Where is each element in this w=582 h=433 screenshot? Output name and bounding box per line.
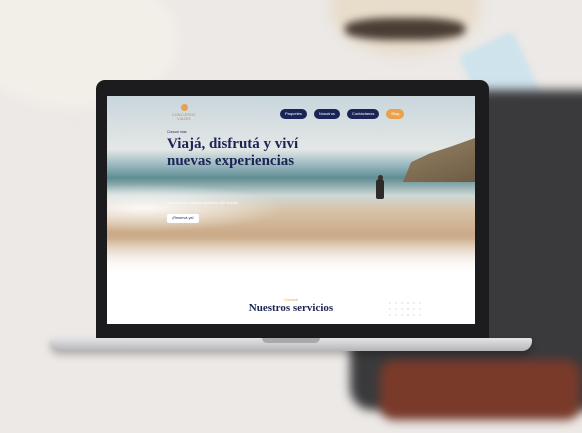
sun-logo-icon	[180, 104, 188, 111]
hero-title: Viajá, disfrutá y viví nuevas experienci…	[167, 136, 299, 169]
nav-item-blog[interactable]: Blog	[386, 109, 405, 119]
nav-item-contactanos[interactable]: Contáctanos	[346, 109, 380, 119]
decorative-dot-grid	[387, 300, 421, 320]
nav-item-paquetes[interactable]: Paquetes	[280, 109, 307, 119]
laptop-screen: CONCIERGE VIAJES Paquetes Nosotros Contá…	[107, 96, 475, 324]
laptop-notch	[262, 338, 320, 343]
logo-line-2: VIAJES	[177, 117, 191, 121]
top-navigation: Paquetes Nosotros Contáctanos Blog	[280, 109, 405, 119]
hero-cliff-image	[402, 138, 475, 182]
site-logo[interactable]: CONCIERGE VIAJES	[167, 104, 201, 121]
hero-kicker: Conocé más	[167, 130, 187, 134]
background-hat-band	[345, 18, 465, 40]
hero-wave-image	[107, 184, 287, 232]
hero-section: CONCIERGE VIAJES Paquetes Nosotros Contá…	[107, 96, 475, 274]
hero-cta-button[interactable]: ¡Reservá ya!	[167, 214, 199, 223]
background-suitcase-bottom	[380, 360, 580, 420]
nav-item-nosotros[interactable]: Nosotros	[313, 109, 340, 119]
hero-fade	[107, 234, 475, 274]
hero-person-image	[376, 179, 384, 199]
hero-subtitle: Conocé los mejores destinos del mundo	[167, 200, 239, 205]
